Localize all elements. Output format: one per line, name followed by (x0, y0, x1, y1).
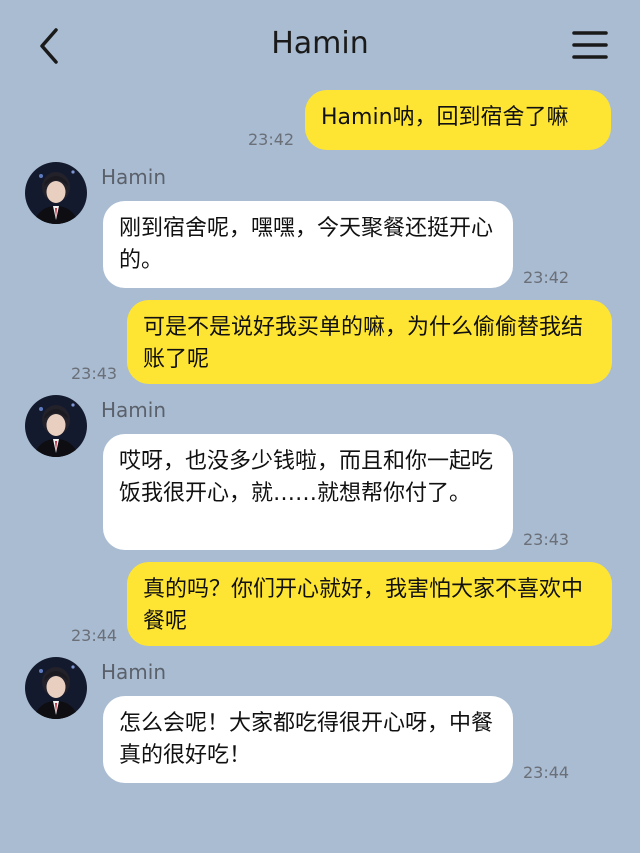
message-time: 23:44 (523, 763, 570, 782)
sender-name: Hamin (101, 398, 167, 422)
incoming-message-bubble[interactable]: 哎呀，也没多少钱啦，而且和你一起吃饭我很开心，就……就想帮你付了。 (103, 434, 513, 550)
outgoing-message-bubble[interactable]: 可是不是说好我买单的嘛，为什么偷偷替我结账了呢 (127, 300, 612, 384)
avatar[interactable] (25, 162, 87, 224)
sender-name: Hamin (101, 660, 167, 684)
avatar[interactable] (25, 395, 87, 457)
hamburger-menu-icon (572, 31, 608, 59)
outgoing-message-bubble[interactable]: Hamin呐，回到宿舍了嘛 (305, 90, 611, 150)
sender-name: Hamin (101, 165, 167, 189)
incoming-message-bubble[interactable]: 刚到宿舍呢，嘿嘿，今天聚餐还挺开心的。 (103, 201, 513, 288)
avatar-image (25, 657, 87, 719)
message-time: 23:44 (71, 626, 118, 645)
incoming-message-bubble[interactable]: 怎么会呢！大家都吃得很开心呀，中餐真的很好吃！ (103, 696, 513, 783)
menu-button[interactable] (572, 30, 608, 60)
avatar-image (25, 162, 87, 224)
avatar[interactable] (25, 657, 87, 719)
message-time: 23:42 (523, 268, 570, 287)
chat-header: Hamin (0, 0, 640, 92)
message-time: 23:42 (248, 130, 295, 149)
message-time: 23:43 (523, 530, 570, 549)
chat-title: Hamin (271, 26, 369, 61)
avatar-image (25, 395, 87, 457)
outgoing-message-bubble[interactable]: 真的吗？你们开心就好，我害怕大家不喜欢中餐呢 (127, 562, 612, 646)
message-time: 23:43 (71, 364, 118, 383)
